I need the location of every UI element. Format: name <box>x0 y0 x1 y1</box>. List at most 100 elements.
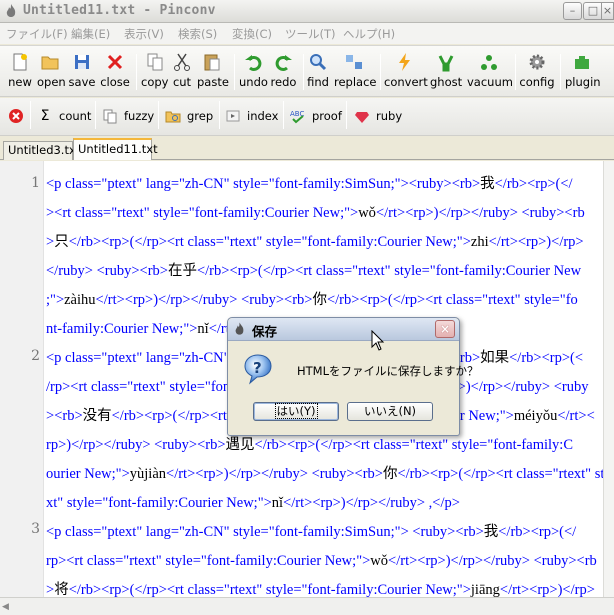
toolbar-separator <box>346 101 347 129</box>
undo-button[interactable]: undo <box>239 52 268 92</box>
convert-icon <box>399 53 410 71</box>
find-icon <box>310 54 327 71</box>
grep-folder-icon <box>165 111 181 123</box>
menu-search[interactable]: 検索(S) <box>178 26 217 42</box>
grep-button[interactable]: grep <box>165 107 213 127</box>
open-folder-icon <box>41 56 59 70</box>
toolbar-separator <box>158 101 159 129</box>
sigma-icon: Σ <box>40 108 50 124</box>
line-number: 3 <box>31 521 40 537</box>
replace-icon <box>346 55 362 69</box>
toolbar-separator <box>515 54 516 90</box>
no-button[interactable]: いいえ(N) <box>347 402 433 421</box>
title-bar: Untitled11.txt - Pinconv – □ × <box>0 0 614 23</box>
cut-icon <box>174 53 190 71</box>
line-number-gutter: 1 2 3 <box>0 161 44 597</box>
editor-line: >将</rb><rp>(</rp><rt class="rtext" style… <box>46 582 595 597</box>
save-disk-icon <box>75 55 89 69</box>
index-button[interactable]: index <box>225 107 278 127</box>
dialog-title: 保存 <box>252 324 278 339</box>
editor-line: </ruby> <ruby><rb>在乎</rb><rp>(</rp><rt c… <box>46 263 582 279</box>
close-icon: × <box>602 4 613 17</box>
ghost-icon <box>438 55 454 72</box>
question-icon: ? <box>244 354 272 385</box>
toolbar-separator <box>95 101 96 129</box>
close-button[interactable]: close <box>100 52 130 92</box>
ghost-button[interactable]: ghost <box>430 52 462 92</box>
yes-button[interactable]: はい(Y) <box>253 402 339 421</box>
mouse-cursor-icon <box>371 330 385 351</box>
redo-icon <box>275 55 292 71</box>
proof-button[interactable]: ABC proof <box>290 107 342 127</box>
tab-untitled3[interactable]: Untitled3.txt <box>3 141 80 160</box>
replace-button[interactable]: replace <box>334 52 377 92</box>
menu-convert[interactable]: 変換(C) <box>232 26 272 42</box>
toolbar-separator <box>234 54 235 90</box>
menu-help[interactable]: ヘルプ(H) <box>343 26 395 42</box>
undo-icon <box>244 55 261 71</box>
ruby-button[interactable]: ruby <box>354 107 402 127</box>
dialog-message: HTMLをファイルに保存しますか？ <box>297 364 479 378</box>
close-icon: × <box>439 322 451 336</box>
editor-line: rp><rt class="rtext" style="font-family:… <box>46 553 597 569</box>
editor-line: <p class="ptext" lang="zh-CN" style="fon… <box>46 176 573 192</box>
line-number: 2 <box>31 348 40 364</box>
app-flame-icon <box>235 322 244 335</box>
menu-tools[interactable]: ツール(T) <box>285 26 336 42</box>
stop-icon <box>9 109 23 123</box>
menu-view[interactable]: 表示(V) <box>124 26 164 42</box>
tab-untitled11[interactable]: Untitled11.txt <box>73 138 158 160</box>
toolbar-separator <box>30 101 31 129</box>
svg-text:?: ? <box>253 359 262 377</box>
dialog-close-button[interactable]: × <box>435 320 455 338</box>
paste-icon <box>204 54 220 71</box>
editor-line: ;">zàihu</rt><rp>)</rp></ruby> <ruby><rb… <box>46 292 578 308</box>
secondary-toolbar: Σ count fuzzy grep index ABC proof ruby <box>0 98 614 136</box>
toolbar-separator <box>560 54 561 90</box>
toolbar-separator <box>303 54 304 90</box>
fuzzy-button[interactable]: fuzzy <box>102 107 154 127</box>
stop-button[interactable] <box>8 107 26 127</box>
new-file-icon <box>13 53 27 71</box>
fuzzy-icon <box>103 109 117 124</box>
horizontal-scrollbar[interactable]: ◀ <box>0 597 614 615</box>
find-button[interactable]: find <box>307 52 329 92</box>
vertical-scrollbar[interactable] <box>603 161 614 597</box>
paste-button[interactable]: paste <box>197 52 229 92</box>
maximize-button[interactable]: □ <box>583 2 602 20</box>
copy-icon <box>147 53 162 71</box>
line-number: 1 <box>31 175 40 191</box>
save-button[interactable]: save <box>68 52 96 92</box>
scroll-left-icon[interactable]: ◀ <box>2 602 9 612</box>
toolbar-separator <box>380 54 381 90</box>
menu-edit[interactable]: 編集(E) <box>71 26 110 42</box>
ruby-gem-icon <box>355 112 369 123</box>
editor-line: <p class="ptext" lang="zh-CN" style="fon… <box>46 524 577 540</box>
close-window-button[interactable]: × <box>601 2 614 20</box>
new-button[interactable]: new <box>7 52 33 92</box>
vacuum-icon <box>480 55 497 70</box>
cut-button[interactable]: cut <box>172 52 192 92</box>
copy-button[interactable]: copy <box>141 52 168 92</box>
editor-line: xt" style="font-family:Courier New;">nǐ<… <box>46 495 460 511</box>
toolbar-separator <box>136 54 137 90</box>
dialog-title-bar: 保存 × <box>228 318 459 341</box>
maximize-icon: □ <box>587 4 599 17</box>
editor-line: ><rt class="rtext" style="font-family:Co… <box>46 205 585 221</box>
open-button[interactable]: open <box>37 52 66 92</box>
redo-button[interactable]: redo <box>270 52 297 92</box>
convert-button[interactable]: convert <box>384 52 428 92</box>
count-button[interactable]: Σ count <box>37 107 92 127</box>
plugin-button[interactable]: plugin <box>565 52 601 92</box>
main-toolbar: new open save close copy cut paste undo … <box>0 45 614 97</box>
app-flame-icon <box>6 4 16 17</box>
minimize-icon: – <box>569 4 576 17</box>
tab-bar: Untitled3.txt Untitled11.txt <box>0 137 614 160</box>
close-x-icon <box>107 54 123 70</box>
menu-file[interactable]: ファイル(F) <box>6 26 68 42</box>
config-button[interactable]: config <box>519 52 555 92</box>
vacuum-button[interactable]: vacuum <box>467 52 513 92</box>
toolbar-separator <box>283 101 284 129</box>
save-dialog: 保存 × ? HTMLをファイルに保存しますか？ はい(Y) いいえ(N) <box>227 317 479 436</box>
minimize-button[interactable]: – <box>563 2 582 20</box>
